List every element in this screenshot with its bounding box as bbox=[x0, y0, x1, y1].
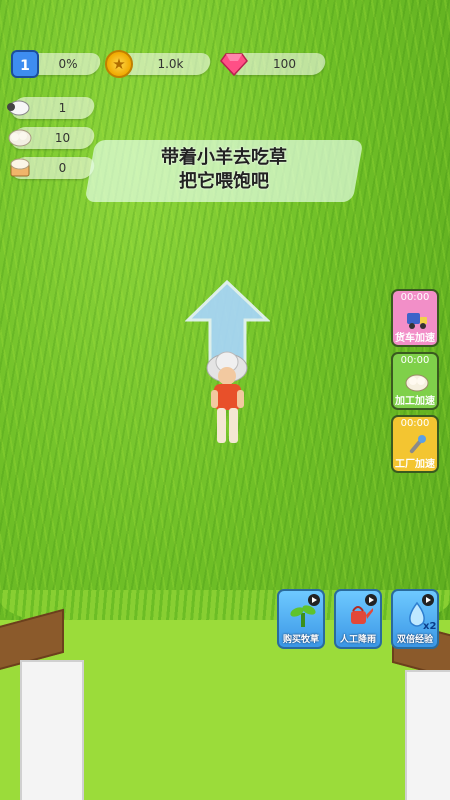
truck-boost-timer: 00:00 bbox=[400, 292, 430, 303]
process-boost-button[interactable]: 00:00 加工加速 bbox=[391, 352, 439, 410]
fabric-icon bbox=[10, 158, 30, 177]
truck-boost-label: 货车加速 bbox=[395, 333, 435, 344]
level-badge: 1 bbox=[11, 50, 39, 78]
hint-line-2: 把它喂饱吧 bbox=[179, 171, 269, 192]
manual-irrigation-label: 人工降雨 bbox=[339, 635, 376, 645]
buy-pasture-label: 购买牧草 bbox=[282, 635, 319, 645]
double-exp-button[interactable]: x2 双倍经验 bbox=[391, 589, 439, 649]
factory-boost-timer: 00:00 bbox=[400, 418, 430, 429]
gem-value: 100 bbox=[273, 57, 296, 71]
coin-value: 1.0k bbox=[157, 57, 184, 71]
double-exp-label: 双倍经验 bbox=[396, 635, 433, 645]
fence-post-right bbox=[405, 670, 450, 800]
truck-boost-button[interactable]: 00:00 货车加速 bbox=[391, 289, 439, 347]
hint-line-1: 带着小羊去吃草 bbox=[161, 147, 287, 168]
sheep-count: 1 bbox=[58, 101, 67, 115]
wool-icon bbox=[405, 374, 429, 392]
truck-icon bbox=[407, 313, 427, 329]
hint-text: 带着小羊去吃草 把它喂饱吧 bbox=[90, 146, 358, 194]
watering-can-icon bbox=[351, 606, 373, 624]
progress-value: 0% bbox=[58, 57, 78, 71]
manual-irrigation-button[interactable]: 人工降雨 bbox=[334, 589, 382, 649]
fence-post-left bbox=[20, 660, 84, 800]
buy-pasture-button[interactable]: 购买牧草 bbox=[277, 589, 325, 649]
process-boost-label: 加工加速 bbox=[395, 396, 435, 407]
process-boost-timer: 00:00 bbox=[400, 355, 430, 366]
double-exp-badge: x2 bbox=[423, 621, 437, 632]
wrench-icon bbox=[409, 435, 426, 454]
wool-icon bbox=[8, 129, 32, 147]
fabric-count: 0 bbox=[58, 161, 67, 175]
sprout-icon bbox=[290, 605, 316, 627]
sheep-icon bbox=[7, 100, 30, 116]
wool-count: 10 bbox=[54, 131, 71, 145]
gem-icon bbox=[220, 53, 248, 76]
factory-boost-button[interactable]: 00:00 工厂加速 bbox=[391, 415, 439, 473]
game-scene[interactable]: 1 0% ★ 1.0k 100 1 10 0 带着小羊去吃草 把它喂饱吧 00:… bbox=[0, 0, 450, 800]
coin-icon: ★ bbox=[105, 50, 133, 78]
factory-boost-label: 工厂加速 bbox=[395, 459, 435, 470]
farmer-character bbox=[206, 351, 248, 443]
